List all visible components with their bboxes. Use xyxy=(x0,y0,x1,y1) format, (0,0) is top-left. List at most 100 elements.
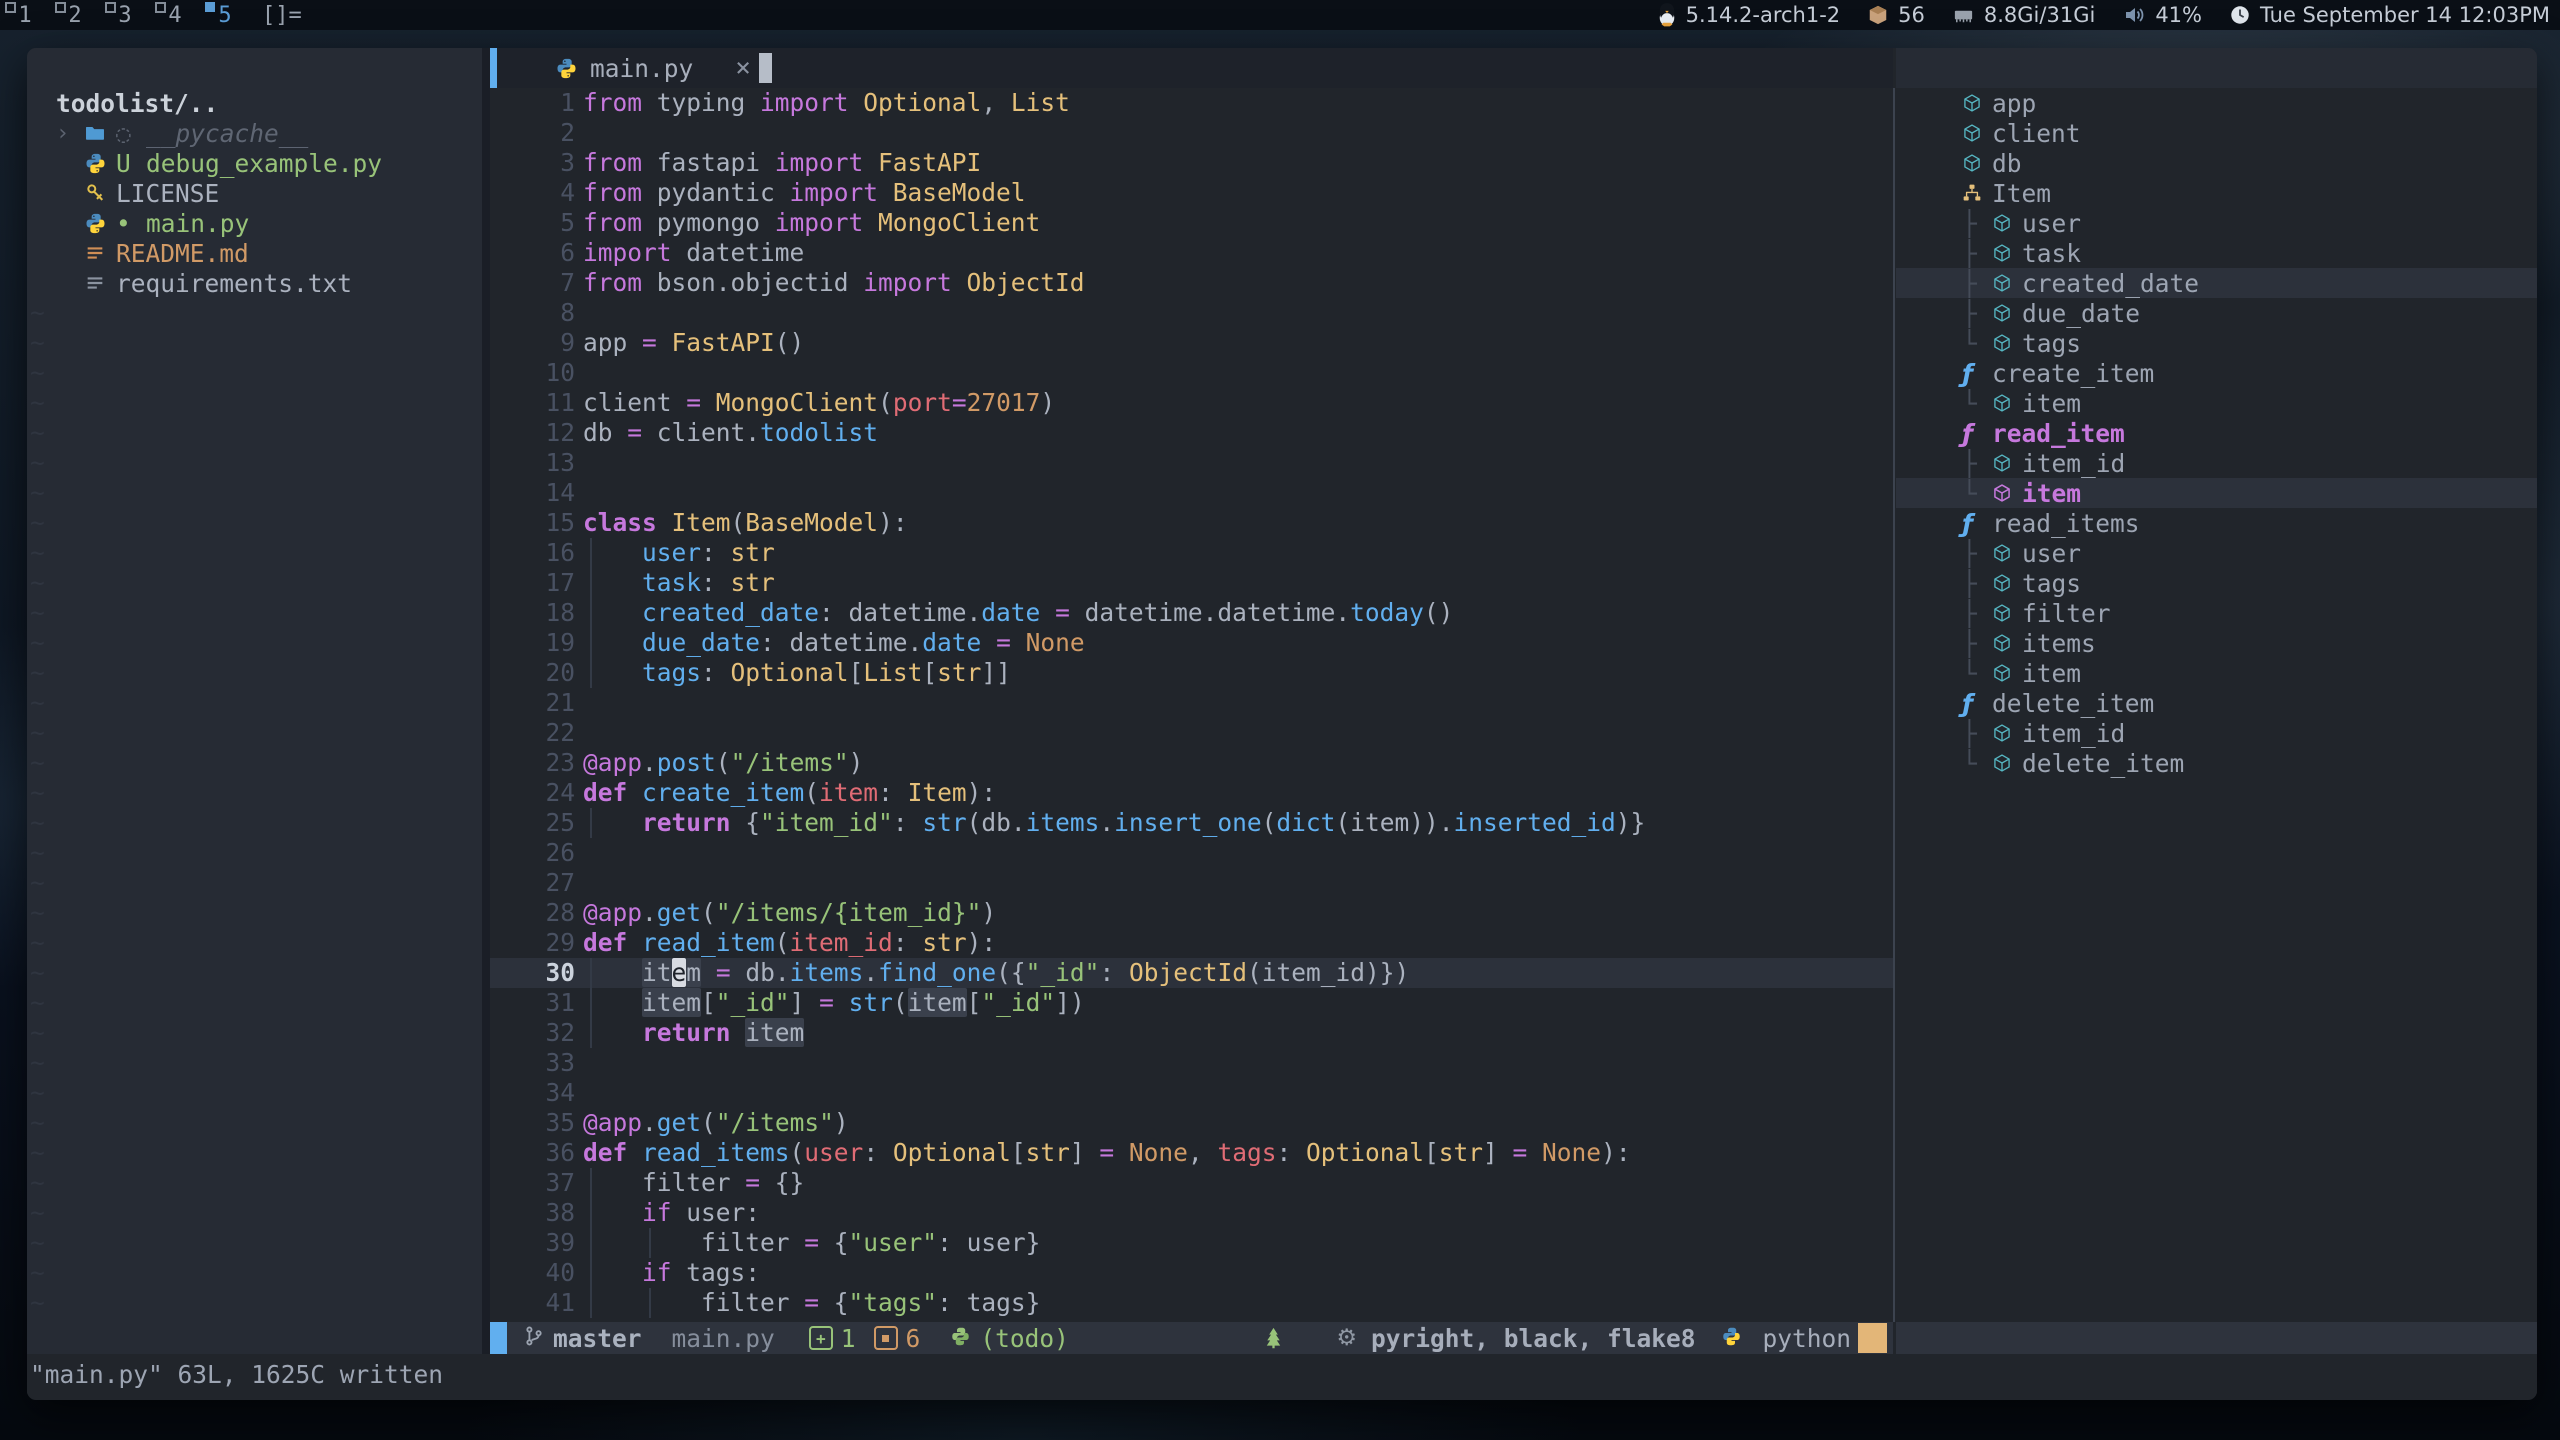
outline-item-due_date[interactable]: ├due_date xyxy=(1896,298,2537,328)
diff-added-count: 1 xyxy=(841,1324,856,1353)
code-line-12[interactable]: 12db = client.todolist xyxy=(490,418,1893,448)
symbols-outline-panel[interactable]: appclientdbItem├user├task├created_date├d… xyxy=(1896,48,2537,1322)
code-line-15[interactable]: 15class Item(BaseModel): xyxy=(490,508,1893,538)
outline-item-create_item[interactable]: ƒcreate_item xyxy=(1896,358,2537,388)
tab-main-py[interactable]: main.py × xyxy=(497,48,751,88)
file-name: README.md xyxy=(116,239,249,268)
outline-item-item[interactable]: └item xyxy=(1896,658,2537,688)
workspace-4[interactable]: 4 xyxy=(150,0,200,30)
outline-item-user[interactable]: ├user xyxy=(1896,208,2537,238)
line-text: db = client.todolist xyxy=(583,418,878,448)
code-line-11[interactable]: 11client = MongoClient(port=27017) xyxy=(490,388,1893,418)
code-line-40[interactable]: 40 if tags: xyxy=(490,1258,1893,1288)
code-line-24[interactable]: 24def create_item(item: Item): xyxy=(490,778,1893,808)
code-line-8[interactable]: 8 xyxy=(490,298,1893,328)
workspace-2[interactable]: 2 xyxy=(50,0,100,30)
code-line-9[interactable]: 9app = FastAPI() xyxy=(490,328,1893,358)
outline-item-item_id[interactable]: ├item_id xyxy=(1896,448,2537,478)
tab-close-icon[interactable]: × xyxy=(735,53,751,83)
tab-filename[interactable]: main.py xyxy=(590,54,693,83)
code-line-6[interactable]: 6import datetime xyxy=(490,238,1893,268)
code-line-29[interactable]: 29def read_item(item_id: str): xyxy=(490,928,1893,958)
code-line-38[interactable]: 38 if user: xyxy=(490,1198,1893,1228)
filetype-label: python xyxy=(1762,1324,1851,1353)
code-line-13[interactable]: 13 xyxy=(490,448,1893,478)
outline-item-delete_item[interactable]: └delete_item xyxy=(1896,748,2537,778)
code-line-36[interactable]: 36def read_items(user: Optional[str] = N… xyxy=(490,1138,1893,1168)
code-line-25[interactable]: 25 return {"item_id": str(db.items.inser… xyxy=(490,808,1893,838)
code-line-27[interactable]: 27 xyxy=(490,868,1893,898)
code-line-34[interactable]: 34 xyxy=(490,1078,1893,1108)
outline-item-read_items[interactable]: ƒread_items xyxy=(1896,508,2537,538)
linux-penguin-icon xyxy=(1657,3,1677,27)
tree-item-readme-md[interactable]: README.md xyxy=(27,238,482,268)
code-line-33[interactable]: 33 xyxy=(490,1048,1893,1078)
editor-pane[interactable]: main.py × 1from typing import Optional, … xyxy=(490,48,1893,1354)
window-separator[interactable] xyxy=(1893,88,1895,1322)
empty-line-tilde: ~ xyxy=(27,358,482,388)
empty-line-tilde: ~ xyxy=(27,598,482,628)
tree-item--pycache-[interactable]: ›◌__pycache__ xyxy=(27,118,482,148)
code-line-16[interactable]: 16 user: str xyxy=(490,538,1893,568)
outline-item-Item[interactable]: Item xyxy=(1896,178,2537,208)
outline-item-read_item[interactable]: ƒread_item xyxy=(1896,418,2537,448)
code-line-7[interactable]: 7from bson.objectid import ObjectId xyxy=(490,268,1893,298)
code-line-26[interactable]: 26 xyxy=(490,838,1893,868)
code-line-37[interactable]: 37 filter = {} xyxy=(490,1168,1893,1198)
indent-guide xyxy=(590,1228,592,1258)
file-tree-panel[interactable]: todolist/.. ›◌__pycache__Udebug_example.… xyxy=(27,48,482,1354)
code-line-41[interactable]: 41 filter = {"tags": tags} xyxy=(490,1288,1893,1318)
outline-item-tags[interactable]: └tags xyxy=(1896,328,2537,358)
file-name: debug_example.py xyxy=(146,149,382,178)
outline-item-app[interactable]: app xyxy=(1896,88,2537,118)
outline-item-user[interactable]: ├user xyxy=(1896,538,2537,568)
empty-line-tilde: ~ xyxy=(27,508,482,538)
outline-item-created_date[interactable]: ├created_date xyxy=(1896,268,2537,298)
code-line-22[interactable]: 22 xyxy=(490,718,1893,748)
code-line-28[interactable]: 28@app.get("/items/{item_id}") xyxy=(490,898,1893,928)
line-number: 35 xyxy=(490,1108,575,1138)
outline-item-item[interactable]: └item xyxy=(1896,478,2537,508)
outline-item-item_id[interactable]: ├item_id xyxy=(1896,718,2537,748)
code-line-35[interactable]: 35@app.get("/items") xyxy=(490,1108,1893,1138)
code-line-19[interactable]: 19 due_date: datetime.date = None xyxy=(490,628,1893,658)
outline-item-item[interactable]: └item xyxy=(1896,388,2537,418)
tree-connector: ├ xyxy=(1962,449,1992,478)
code-line-10[interactable]: 10 xyxy=(490,358,1893,388)
code-line-20[interactable]: 20 tags: Optional[List[str]] xyxy=(490,658,1893,688)
code-line-14[interactable]: 14 xyxy=(490,478,1893,508)
empty-line-tilde: ~ xyxy=(27,868,482,898)
code-line-23[interactable]: 23@app.post("/items") xyxy=(490,748,1893,778)
file-tree-root[interactable]: todolist/.. xyxy=(27,88,482,118)
code-line-3[interactable]: 3from fastapi import FastAPI xyxy=(490,148,1893,178)
code-line-30[interactable]: 30 item = db.items.find_one({"_id": Obje… xyxy=(490,958,1893,988)
outline-item-items[interactable]: ├items xyxy=(1896,628,2537,658)
outline-item-tags[interactable]: ├tags xyxy=(1896,568,2537,598)
code-line-17[interactable]: 17 task: str xyxy=(490,568,1893,598)
code-line-5[interactable]: 5from pymongo import MongoClient xyxy=(490,208,1893,238)
code-line-32[interactable]: 32 return item xyxy=(490,1018,1893,1048)
code-line-4[interactable]: 4from pydantic import BaseModel xyxy=(490,178,1893,208)
outline-item-client[interactable]: client xyxy=(1896,118,2537,148)
code-line-31[interactable]: 31 item["_id"] = str(item["_id"]) xyxy=(490,988,1893,1018)
workspace-3[interactable]: 3 xyxy=(100,0,150,30)
line-number: 25 xyxy=(490,808,575,838)
outline-item-delete_item[interactable]: ƒdelete_item xyxy=(1896,688,2537,718)
code-line-39[interactable]: 39 filter = {"user": user} xyxy=(490,1228,1893,1258)
outline-item-db[interactable]: db xyxy=(1896,148,2537,178)
workspace-5[interactable]: 5 xyxy=(200,0,250,30)
tree-item-requirements-txt[interactable]: requirements.txt xyxy=(27,268,482,298)
workspace-1[interactable]: 1 xyxy=(0,0,50,30)
code-line-18[interactable]: 18 created_date: datetime.date = datetim… xyxy=(490,598,1893,628)
func-icon: ƒ xyxy=(1962,361,1992,386)
outline-item-filter[interactable]: ├filter xyxy=(1896,598,2537,628)
tree-item-license[interactable]: LICENSE xyxy=(27,178,482,208)
tree-item-debug-example-py[interactable]: Udebug_example.py xyxy=(27,148,482,178)
tree-item-main-py[interactable]: •main.py xyxy=(27,208,482,238)
code-area[interactable]: 1from typing import Optional, List23from… xyxy=(490,88,1893,1322)
code-line-2[interactable]: 2 xyxy=(490,118,1893,148)
code-line-1[interactable]: 1from typing import Optional, List xyxy=(490,88,1893,118)
outline-item-task[interactable]: ├task xyxy=(1896,238,2537,268)
code-line-21[interactable]: 21 xyxy=(490,688,1893,718)
line-number: 4 xyxy=(490,178,575,208)
